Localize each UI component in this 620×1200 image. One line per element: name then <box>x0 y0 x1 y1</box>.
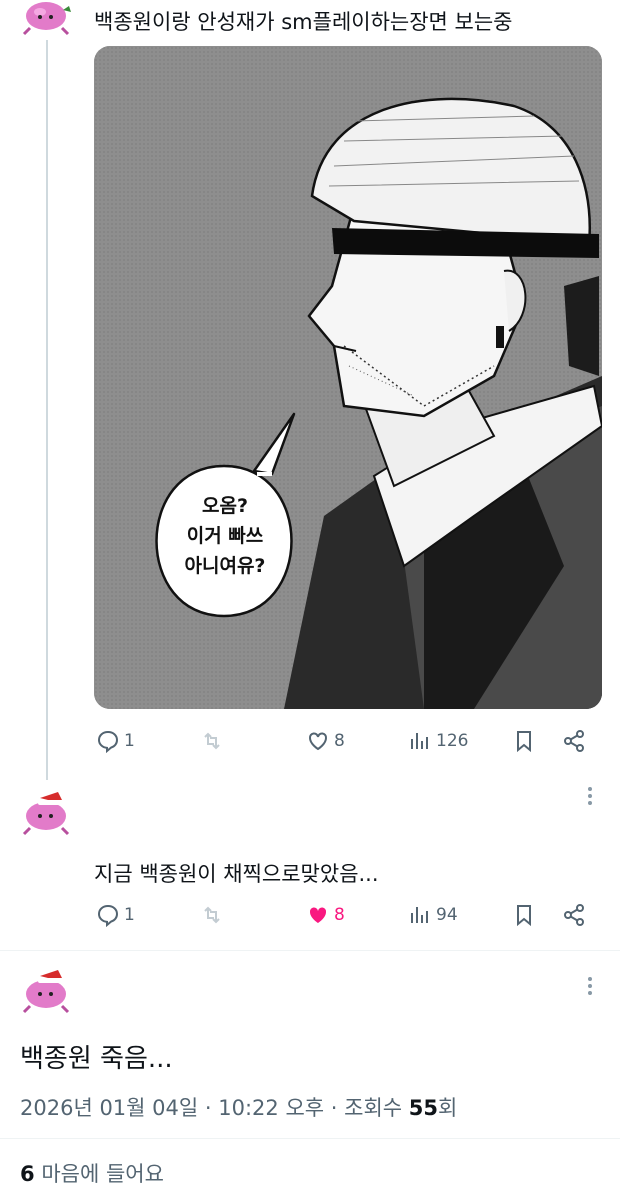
views-button[interactable]: 94 <box>408 900 458 930</box>
thread-connector <box>46 40 48 780</box>
likes-summary[interactable]: 6 마음에 들어요 <box>20 1158 164 1188</box>
views-icon <box>411 907 428 923</box>
avatar[interactable] <box>18 788 74 836</box>
reply-button[interactable]: 1 <box>96 900 135 930</box>
more-icon <box>588 787 592 791</box>
avatar-icon <box>22 2 71 36</box>
post-text: 백종원이랑 안성재가 sm플레이하는장면 보는중 <box>94 10 513 34</box>
avatar[interactable] <box>18 966 74 1014</box>
share-button[interactable] <box>562 726 586 756</box>
post-date: 2026년 01월 04일 <box>20 1096 199 1120</box>
speech-line: 오옴? <box>202 495 248 517</box>
post-image[interactable]: 오옴? 이거 빠쓰 아니여유? <box>94 46 602 709</box>
post-meta: 2026년 01월 04일 · 10:22 오후 · 조회수 55회 <box>20 1096 458 1120</box>
heart-icon <box>309 907 327 923</box>
post-actions: 1 8 94 <box>94 900 594 930</box>
views-count[interactable]: 55 <box>409 1096 438 1120</box>
view-count: 94 <box>436 905 458 925</box>
heart-icon <box>309 732 327 751</box>
speech-line: 아니여유? <box>185 555 266 577</box>
repost-icon <box>204 906 220 924</box>
manga-panel: 오옴? 이거 빠쓰 아니여유? <box>94 46 602 709</box>
reply-icon <box>97 904 119 927</box>
divider <box>0 950 620 951</box>
divider <box>0 1138 620 1139</box>
reply-icon <box>97 730 119 753</box>
more-button[interactable] <box>588 974 594 998</box>
like-button[interactable]: 8 <box>306 726 345 756</box>
avatar[interactable] <box>18 0 74 40</box>
bookmark-icon <box>517 905 531 927</box>
views-icon <box>411 733 428 749</box>
views-label: 조회수 <box>344 1096 403 1120</box>
view-count: 126 <box>436 731 469 751</box>
share-icon <box>564 730 584 752</box>
more-icon <box>588 977 592 981</box>
avatar-icon <box>22 970 70 1014</box>
speech-line: 이거 빠쓰 <box>187 525 264 547</box>
repost-button[interactable] <box>200 726 224 756</box>
bookmark-button[interactable] <box>512 900 536 930</box>
bookmark-icon <box>517 731 531 753</box>
repost-button[interactable] <box>200 900 224 930</box>
post-text: 지금 백종원이 채찍으로맞았음... <box>94 862 379 886</box>
reply-button[interactable]: 1 <box>96 726 135 756</box>
more-button[interactable] <box>588 784 594 808</box>
repost-icon <box>204 732 220 750</box>
avatar-icon <box>22 792 70 836</box>
likes-count: 6 <box>20 1162 35 1186</box>
post-time: 10:22 오후 <box>218 1096 325 1120</box>
focused-post-text: 백종원 죽음... <box>20 1044 173 1074</box>
like-count: 8 <box>334 905 345 925</box>
bookmark-button[interactable] <box>512 726 536 756</box>
like-button[interactable]: 8 <box>306 900 345 930</box>
reply-count: 1 <box>124 731 135 751</box>
reply-count: 1 <box>124 905 135 925</box>
views-suffix: 회 <box>438 1096 458 1120</box>
share-button[interactable] <box>562 900 586 930</box>
share-icon <box>564 904 584 926</box>
views-button[interactable]: 126 <box>408 726 468 756</box>
post-actions: 1 8 126 <box>94 726 594 756</box>
likes-label: 마음에 들어요 <box>41 1162 164 1186</box>
like-count: 8 <box>334 731 345 751</box>
